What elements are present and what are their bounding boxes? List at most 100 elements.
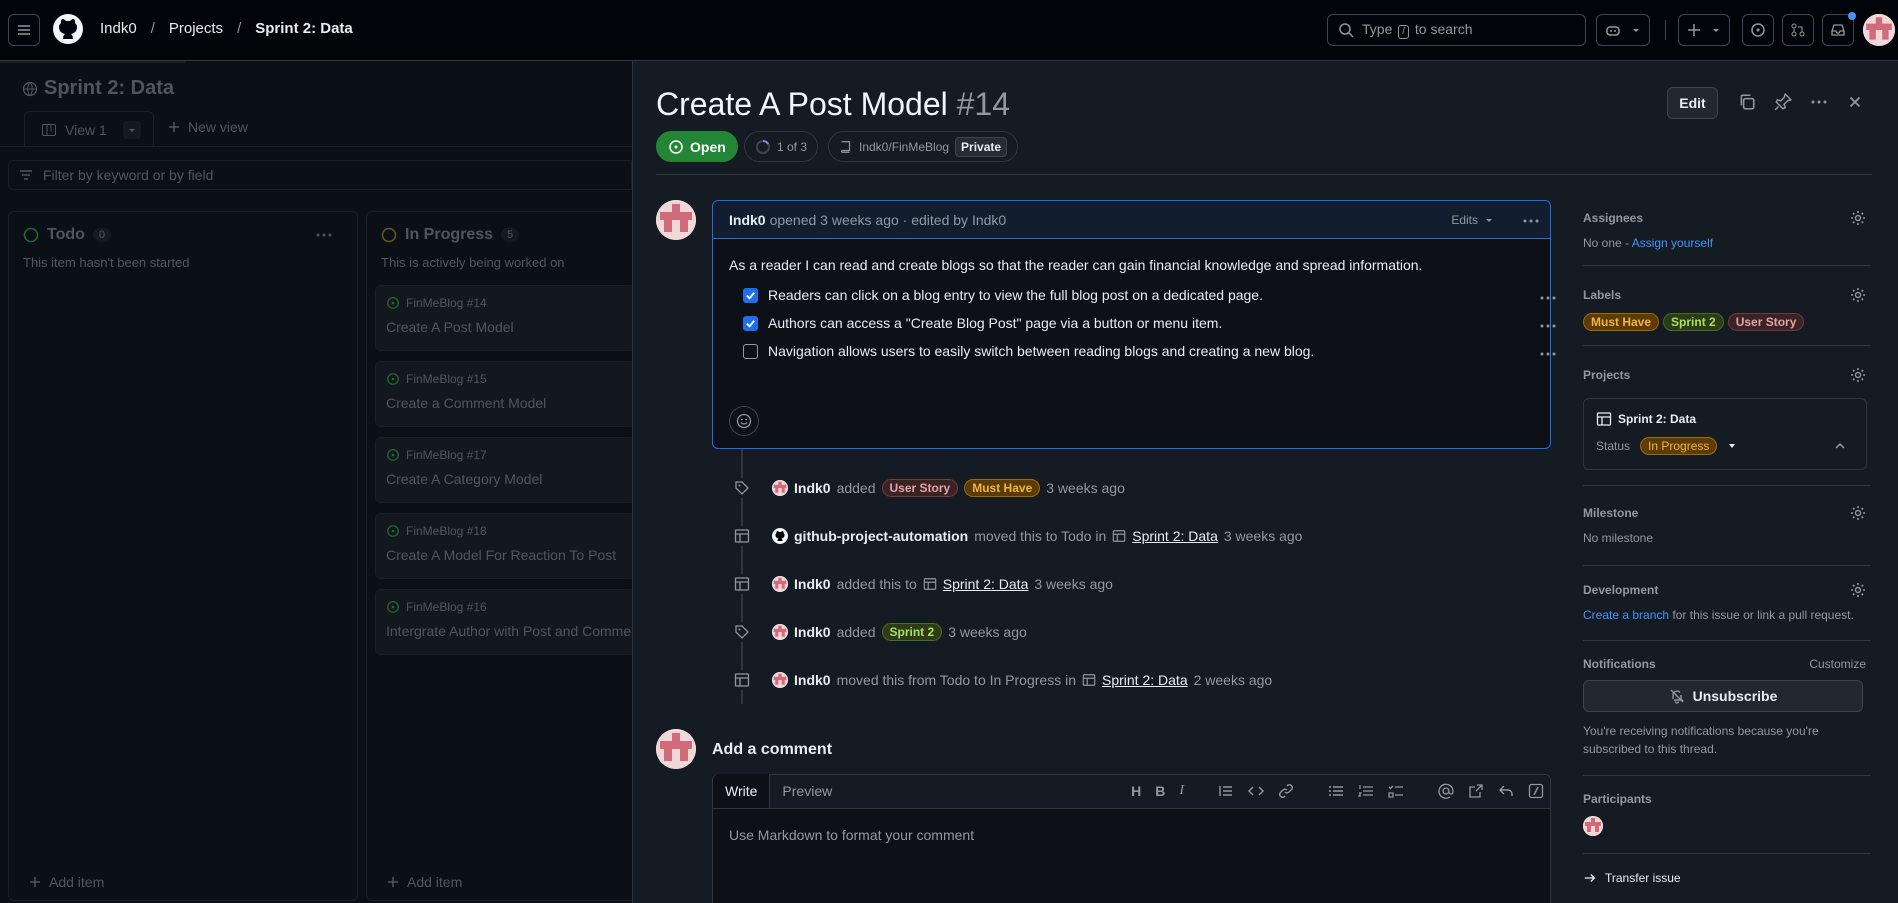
inbox-button[interactable]: [1822, 12, 1856, 46]
event-time[interactable]: 3 weeks ago: [1034, 576, 1113, 592]
mention-icon[interactable]: [1438, 783, 1454, 799]
copy-link-button[interactable]: [1738, 93, 1756, 111]
comment-menu-button[interactable]: [1522, 212, 1540, 230]
author-avatar[interactable]: [656, 200, 696, 240]
table-icon: [734, 529, 750, 543]
search-input[interactable]: Type / to search: [1327, 14, 1586, 46]
create-new-button[interactable]: [1678, 14, 1730, 46]
table-icon: [1596, 412, 1612, 426]
event-actor[interactable]: github-project-automation: [794, 528, 968, 544]
task-menu-button[interactable]: [1539, 289, 1557, 307]
pin-button[interactable]: [1774, 93, 1792, 111]
task-text: Readers can click on a blog entry to vie…: [768, 287, 1263, 303]
event-time[interactable]: 3 weeks ago: [1224, 528, 1303, 544]
gear-icon[interactable]: [1850, 505, 1866, 521]
reply-icon[interactable]: [1498, 783, 1514, 799]
issue-opened-icon: [669, 139, 683, 154]
label-user-story[interactable]: User Story: [1727, 313, 1805, 331]
event-actor[interactable]: Indk0: [794, 624, 831, 640]
italic-icon[interactable]: I: [1179, 783, 1184, 799]
actor-avatar[interactable]: [772, 624, 788, 640]
tab-write[interactable]: Write: [713, 774, 771, 808]
event-actor[interactable]: Indk0: [794, 576, 831, 592]
create-branch-link[interactable]: Create a branch: [1583, 608, 1669, 622]
tab-preview[interactable]: Preview: [770, 774, 844, 808]
event-actor[interactable]: Indk0: [794, 480, 831, 496]
cross-reference-icon[interactable]: [1468, 783, 1484, 799]
task-checkbox[interactable]: [743, 287, 758, 303]
gear-icon[interactable]: [1850, 287, 1866, 303]
backdrop[interactable]: [0, 61, 632, 903]
copy-icon: [1740, 94, 1755, 110]
user-avatar[interactable]: [1863, 14, 1895, 46]
menu-button[interactable]: [8, 14, 40, 46]
project-name[interactable]: Sprint 2: Data: [1618, 412, 1696, 426]
unordered-list-icon[interactable]: [1328, 783, 1344, 799]
copilot-button[interactable]: [1596, 14, 1650, 46]
identicon-icon: [772, 576, 788, 592]
github-logo[interactable]: [52, 13, 84, 45]
task-checkbox[interactable]: [743, 343, 758, 359]
breadcrumb-owner[interactable]: Indk0: [100, 20, 137, 37]
task-menu-button[interactable]: [1539, 345, 1557, 363]
event-time[interactable]: 2 weeks ago: [1194, 672, 1273, 688]
edits-dropdown[interactable]: Edits: [1451, 213, 1494, 227]
chevron-down-icon[interactable]: [1727, 441, 1737, 451]
heading-icon[interactable]: H: [1131, 783, 1141, 799]
breadcrumb-project[interactable]: Sprint 2: Data: [255, 20, 353, 37]
task-checkbox[interactable]: [743, 315, 758, 331]
chevron-up-icon[interactable]: [1834, 440, 1846, 452]
actor-avatar[interactable]: [772, 672, 788, 688]
breadcrumb-projects[interactable]: Projects: [169, 20, 223, 37]
task-menu-button[interactable]: [1539, 317, 1557, 335]
event-actor[interactable]: Indk0: [794, 672, 831, 688]
label-user-story[interactable]: User Story: [881, 479, 959, 497]
actor-avatar[interactable]: [772, 528, 788, 544]
label-must-have[interactable]: Must Have: [964, 479, 1041, 497]
project-link[interactable]: Sprint 2: Data: [943, 576, 1029, 592]
comment-textarea[interactable]: Use Markdown to format your comment: [713, 809, 1550, 861]
customize-link[interactable]: Customize: [1809, 657, 1866, 671]
repo-icon: [841, 140, 851, 153]
markdown-toolbar: H B I: [1131, 783, 1544, 799]
notifications-section: Notifications Customize: [1583, 657, 1866, 671]
event-time[interactable]: 3 weeks ago: [1046, 480, 1125, 496]
bold-icon[interactable]: B: [1155, 783, 1165, 799]
unsubscribe-button[interactable]: Unsubscribe: [1583, 680, 1863, 712]
link-icon[interactable]: [1278, 783, 1294, 799]
close-panel-button[interactable]: [1846, 93, 1864, 111]
project-link[interactable]: Sprint 2: Data: [1132, 528, 1218, 544]
label-sprint-2[interactable]: Sprint 2: [881, 623, 943, 641]
arrow-right-icon: [1584, 874, 1596, 882]
tasklist-icon[interactable]: [1388, 783, 1404, 799]
tag-icon: [735, 481, 749, 495]
comment-author[interactable]: Indk0: [729, 212, 766, 228]
participant-avatar[interactable]: [1583, 816, 1603, 836]
label-must-have[interactable]: Must Have: [1583, 313, 1660, 331]
event-time[interactable]: 3 weeks ago: [948, 624, 1027, 640]
actor-avatar[interactable]: [772, 576, 788, 592]
gear-icon[interactable]: [1850, 582, 1866, 598]
assign-yourself-link[interactable]: Assign yourself: [1632, 236, 1713, 250]
edit-button[interactable]: Edit: [1667, 87, 1718, 119]
code-icon[interactable]: [1248, 783, 1264, 799]
status-field[interactable]: In Progress: [1640, 437, 1718, 455]
add-reaction-button[interactable]: [729, 406, 759, 436]
identicon-icon: [1863, 14, 1895, 46]
identicon-icon: [1583, 816, 1603, 836]
more-options-button[interactable]: [1810, 93, 1828, 111]
issues-button[interactable]: [1742, 14, 1774, 46]
quote-icon[interactable]: [1218, 783, 1234, 799]
pull-requests-button[interactable]: [1782, 14, 1814, 46]
slash-command-icon[interactable]: [1528, 783, 1544, 799]
ordered-list-icon[interactable]: [1358, 783, 1374, 799]
actor-avatar[interactable]: [772, 480, 788, 496]
gear-icon[interactable]: [1850, 367, 1866, 383]
label-sprint-2[interactable]: Sprint 2: [1663, 313, 1724, 331]
project-link[interactable]: Sprint 2: Data: [1102, 672, 1188, 688]
repo-pill[interactable]: Indk0/FinMeBlog Private: [828, 131, 1019, 162]
subtasks-pill[interactable]: 1 of 3: [744, 131, 819, 162]
transfer-issue-button[interactable]: Transfer issue: [1583, 871, 1866, 885]
gear-icon[interactable]: [1850, 210, 1866, 226]
current-user-avatar[interactable]: [656, 729, 696, 769]
